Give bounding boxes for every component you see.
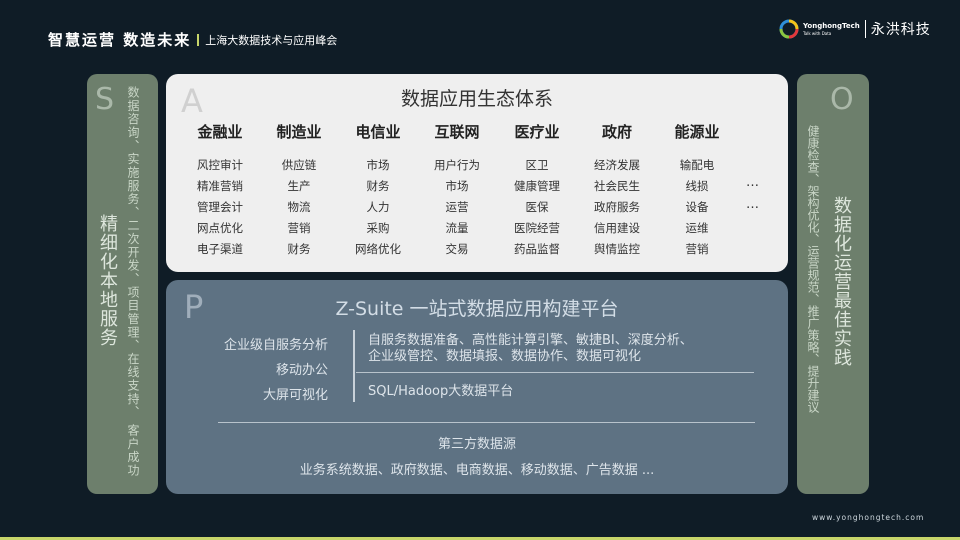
industry-name: 医疗业	[514, 123, 560, 141]
company-logo: YonghongTech Talk with Data 永洪科技	[778, 18, 931, 40]
third-party-divider	[218, 422, 755, 423]
industry-name: 制造业	[276, 123, 322, 141]
industry-item: 设备	[685, 200, 709, 214]
logo-name-en: YonghongTech	[803, 21, 860, 30]
service-panel-title: 精细化本地服务	[97, 214, 118, 347]
industry-item: 用户行为	[434, 158, 480, 172]
logo-divider	[864, 20, 866, 38]
industry-item: 财务	[287, 242, 311, 256]
industry-column: 政府 经济发展 社会民生 政府服务 信用建设 舆情监控	[577, 122, 657, 260]
industry-column: 互联网 用户行为 市场 运营 流量 交易	[417, 122, 497, 260]
industry-item: 医院经营	[514, 221, 560, 235]
industry-item: 健康管理	[514, 179, 560, 193]
summit-subtitle: 上海大数据技术与应用峰会	[205, 33, 338, 47]
industry-item: 线损	[685, 179, 709, 193]
industry-name: 互联网	[434, 123, 480, 141]
industry-item: 物流	[287, 200, 311, 214]
industry-name: 政府	[601, 123, 632, 141]
industry-item: 药品监督	[514, 242, 560, 256]
operation-panel-title: 数据化运营最佳实践	[831, 196, 852, 367]
platform-panel: P Z-Suite 一站式数据应用构建平台 企业级自服务分析 移动办公 大屏可视…	[166, 280, 788, 494]
industry-item: 信用建设	[594, 221, 640, 235]
industry-item: 网点优化	[197, 221, 243, 235]
panel-letter-s: S	[95, 82, 115, 117]
industry-column: 医疗业 区卫 健康管理 医保 医院经营 药品监督	[497, 122, 577, 260]
service-list: 数据咨询、实施服务、二次开发、项目管理、在线支持、 客户成功	[126, 86, 140, 476]
third-party-sources: 业务系统数据、政府数据、电商数据、移动数据、广告数据 ...	[299, 463, 655, 478]
logo-tagline: Talk with Data	[803, 30, 832, 36]
industry-item: 生产	[287, 179, 311, 193]
panel-letter-o: O	[830, 82, 854, 117]
industry-column: 能源业 输配电 线损 设备 运维 营销	[657, 122, 737, 260]
industry-item: 市场	[366, 158, 390, 172]
industry-item: 营销	[685, 242, 709, 256]
more-ellipsis: …	[746, 175, 760, 190]
industry-item: 政府服务	[594, 200, 640, 214]
industry-column: 金融业 风控审计 精准营销 管理会计 网点优化 电子渠道	[180, 122, 260, 260]
capability-self-service: 企业级自服务分析	[223, 338, 328, 353]
industry-item: 流量	[445, 221, 469, 235]
industry-item: 风控审计	[197, 158, 243, 172]
more-ellipsis: …	[746, 197, 760, 212]
industry-item: 精准营销	[197, 179, 243, 193]
capability-big-screen: 大屏可视化	[262, 388, 328, 403]
logo-rings-icon	[779, 19, 799, 39]
industry-item: 采购	[366, 221, 390, 235]
big-data-platform: SQL/Hadoop大数据平台	[368, 384, 514, 399]
industry-item: 管理会计	[197, 200, 243, 214]
industry-item: 舆情监控	[594, 242, 640, 256]
feature-line: 企业级管控、数据填报、数据协作、数据可视化	[368, 349, 642, 364]
industry-item: 输配电	[679, 158, 715, 172]
capability-divider	[353, 330, 355, 402]
industry-item: 交易	[445, 242, 469, 256]
industry-column: 电信业 市场 财务 人力 采购 网络优化	[338, 122, 418, 260]
capability-mobile: 移动办公	[275, 363, 328, 378]
operation-list: 健康检查、架构优化、运营规范、推广策略、提升建议	[806, 125, 820, 413]
industry-item: 网络优化	[355, 242, 401, 256]
industry-item: 运营	[445, 200, 469, 214]
industry-item: 电子渠道	[197, 242, 243, 256]
slogan: 智慧运营 数造未来	[48, 31, 192, 49]
header-divider	[197, 33, 200, 46]
website-url: www.yonghongtech.com	[812, 513, 925, 522]
logo-name-cn: 永洪科技	[870, 22, 931, 38]
industry-name: 能源业	[674, 123, 720, 141]
industry-item: 营销	[287, 221, 311, 235]
industry-item: 医保	[525, 200, 549, 214]
header: 智慧运营 数造未来 上海大数据技术与应用峰会	[48, 29, 337, 50]
industry-item: 区卫	[525, 158, 549, 172]
industry-item: 市场	[445, 179, 469, 193]
industry-name: 电信业	[355, 123, 401, 141]
industry-item: 供应链	[281, 158, 317, 172]
platform-title: Z-Suite 一站式数据应用构建平台	[335, 298, 619, 320]
feature-line: 自服务数据准备、高性能计算引擎、敏捷BI、深度分析、	[368, 333, 693, 348]
platform-divider	[356, 372, 754, 373]
industry-item: 财务	[366, 179, 390, 193]
ecosystem-title: 数据应用生态体系	[400, 88, 553, 110]
industry-item: 运维	[685, 221, 709, 235]
industry-name: 金融业	[197, 123, 243, 141]
industry-column: 制造业 供应链 生产 物流 营销 财务	[259, 122, 339, 260]
third-party-title: 第三方数据源	[437, 437, 516, 452]
industry-item: 经济发展	[594, 158, 640, 172]
industry-item: 社会民生	[594, 179, 640, 193]
industry-item: 人力	[366, 200, 390, 214]
ecosystem-panel: A 数据应用生态体系 金融业 风控审计 精准营销 管理会计 网点优化 电子渠道 …	[166, 74, 788, 272]
